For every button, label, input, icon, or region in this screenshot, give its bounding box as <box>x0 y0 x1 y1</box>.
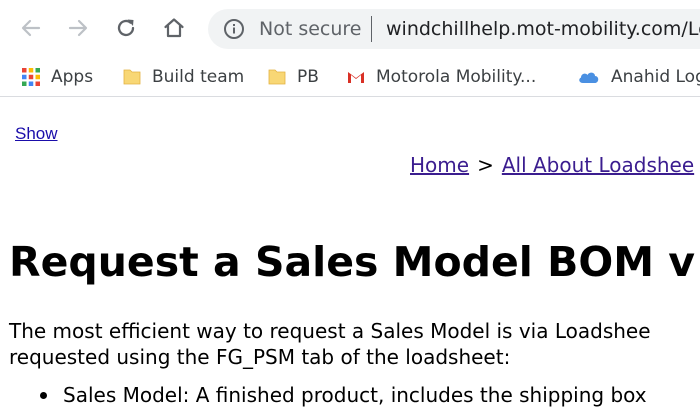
reload-icon <box>117 19 135 37</box>
browser-toolbar: Not secure windchillhelp.mot-mobility.co… <box>0 0 700 57</box>
not-secure-label[interactable]: Not secure <box>259 16 362 42</box>
breadcrumb-home-link[interactable]: Home <box>410 153 469 177</box>
bookmark-label: Build team <box>152 67 245 87</box>
bookmark-apps[interactable]: Apps <box>21 63 93 91</box>
gmail-icon <box>348 72 364 83</box>
address-divider <box>371 16 372 42</box>
breadcrumb-loadsheets-link[interactable]: All About Loadshee <box>502 153 694 177</box>
folder-icon <box>268 69 286 85</box>
breadcrumb-separator: > <box>477 153 494 177</box>
arrow-right-icon <box>68 19 88 37</box>
reload-button[interactable] <box>108 10 144 46</box>
list-item-text: Sales Model: A finished product, include… <box>63 383 647 407</box>
home-button[interactable] <box>156 10 192 46</box>
bookmark-motorola-mobility[interactable]: Motorola Mobility... <box>346 63 536 91</box>
cloud-icon <box>579 72 599 83</box>
bookmark-build-team[interactable]: Build team <box>122 63 244 91</box>
show-link[interactable]: Show <box>15 124 58 144</box>
breadcrumb: Home > All About Loadshee <box>410 153 694 177</box>
bookmark-label: PB <box>297 67 319 87</box>
info-icon[interactable] <box>223 18 245 40</box>
bookmark-label: Anahid Log <box>611 67 700 87</box>
page-title: Request a Sales Model BOM v <box>9 238 696 286</box>
back-button[interactable] <box>13 10 49 46</box>
arrow-left-icon <box>21 19 41 37</box>
bookmark-pb[interactable]: PB <box>267 63 319 91</box>
apps-grid-icon <box>22 68 40 86</box>
list-item: Sales Model: A finished product, include… <box>40 382 647 408</box>
home-icon <box>164 18 184 38</box>
bookmark-label: Motorola Mobility... <box>376 67 537 87</box>
intro-line-2: requested using the FG_PSM tab of the lo… <box>9 345 511 369</box>
forward-button[interactable] <box>60 10 96 46</box>
intro-line-1: The most efficient way to request a Sale… <box>9 319 651 343</box>
page-content: Show Home > All About Loadshee Request a S… <box>0 98 700 410</box>
bookmark-anahid-log[interactable]: Anahid Log <box>577 63 700 91</box>
bookmarks-bar: Apps Build team PB Motorola Mobility... … <box>0 57 700 97</box>
bullet-icon <box>40 391 47 399</box>
bookmark-label: Apps <box>51 67 94 87</box>
address-bar[interactable]: Not secure windchillhelp.mot-mobility.co… <box>208 9 700 49</box>
url-text[interactable]: windchillhelp.mot-mobility.com/Lo <box>386 16 700 42</box>
folder-icon <box>123 69 141 85</box>
intro-paragraph: The most efficient way to request a Sale… <box>9 318 651 370</box>
